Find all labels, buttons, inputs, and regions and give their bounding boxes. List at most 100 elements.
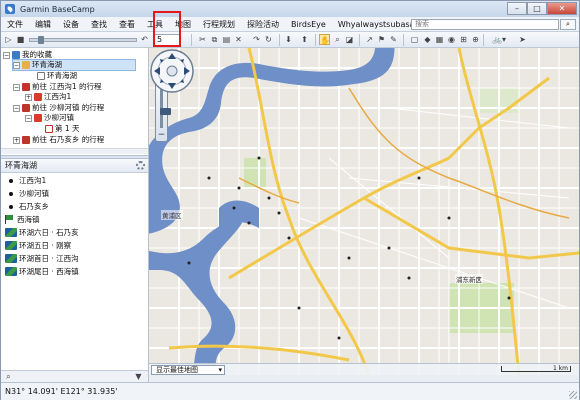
menu-birdseye[interactable]: BirdsEye: [285, 17, 332, 32]
funnel-icon[interactable]: ▼: [134, 372, 143, 381]
toolbar-divider: [483, 34, 484, 46]
route-tool-icon[interactable]: ↗: [364, 34, 375, 45]
menu-view[interactable]: 查看: [113, 17, 141, 32]
menu-adventures[interactable]: 探险活动: [241, 17, 285, 32]
tree-item-route[interactable]: − 前往 沙柳河镇 的行程: [13, 103, 104, 113]
list-item[interactable]: 石乃亥乡: [1, 200, 49, 213]
list-item[interactable]: 江西沟1: [1, 174, 46, 187]
search-input[interactable]: 搜索: [411, 19, 559, 30]
list-item[interactable]: 环湖六日 · 石乃亥: [1, 226, 79, 239]
flag-icon: [34, 93, 42, 101]
grid-icon[interactable]: ⊞: [458, 34, 469, 45]
filter-icon[interactable]: ⌕: [4, 372, 13, 381]
list-panel-header: 环青海湖: [1, 159, 148, 173]
zoom-thumb[interactable]: [160, 108, 171, 115]
play-icon[interactable]: ▷: [3, 34, 14, 45]
receive-from-device-icon[interactable]: ⬇: [283, 34, 294, 45]
tree-item-route[interactable]: − 前往 江西沟1 的行程: [13, 82, 102, 92]
refresh-icon[interactable]: ↻: [263, 34, 274, 45]
tree-item-label: 第 1 天: [55, 124, 80, 133]
pencil-tool-icon[interactable]: ✎: [388, 34, 399, 45]
list-item[interactable]: 西海镇: [1, 213, 40, 226]
tree-item-waypoint[interactable]: − 沙柳河镇: [25, 113, 74, 123]
playback-slider[interactable]: [29, 38, 137, 42]
copy-icon[interactable]: ⧉: [209, 34, 220, 45]
tree-item-list[interactable]: 环青海湖: [37, 71, 77, 81]
collapse-icon[interactable]: −: [13, 104, 20, 112]
tree-item-label: 江西沟1: [44, 92, 72, 101]
track-icon: [5, 228, 17, 237]
minimize-button[interactable]: –: [507, 2, 527, 15]
collapse-icon[interactable]: −: [3, 51, 10, 59]
collapse-icon[interactable]: −: [13, 61, 20, 69]
gear-icon[interactable]: [136, 161, 145, 170]
toolbar-divider: [359, 34, 360, 46]
collapse-icon[interactable]: −: [25, 114, 32, 122]
zoom-tool-icon[interactable]: ⌕: [332, 34, 343, 45]
tree-item-label: 环青海湖: [47, 71, 77, 80]
map-view[interactable]: 黄浦区 浦东新区 + −: [149, 48, 579, 375]
toolbar-divider: [191, 34, 192, 46]
waypoint-dot-icon: [9, 204, 13, 209]
menu-device[interactable]: 设备: [57, 17, 85, 32]
tree-root[interactable]: − 我的收藏: [3, 50, 52, 60]
list-icon: [37, 72, 45, 80]
resize-grip-icon[interactable]: [569, 391, 577, 399]
waypoint-dot-icon: [9, 178, 13, 183]
list-item[interactable]: 环湖首日 · 江西沟: [1, 252, 79, 265]
list-item[interactable]: 环湖尾日 · 西海镇: [1, 265, 79, 278]
tree-item-label: 沙柳河镇: [44, 113, 74, 122]
send-to-device-icon[interactable]: ⬆: [299, 34, 310, 45]
window-title: Garmin BaseCamp: [20, 4, 95, 14]
menu-user[interactable]: Whyalwaystsubasa: [332, 17, 421, 32]
menu-find[interactable]: 查找: [85, 17, 113, 32]
list-item[interactable]: 环湖五日 · 刚察: [1, 239, 71, 252]
route-icon: [22, 136, 30, 144]
cut-icon[interactable]: ✂: [197, 34, 208, 45]
menu-trip-planning[interactable]: 行程规划: [197, 17, 241, 32]
tree-item-waypoint[interactable]: + 江西沟1: [25, 92, 71, 102]
track-icon: [5, 267, 17, 276]
list-item-label: 西海镇: [17, 215, 40, 224]
paste-icon[interactable]: ▤: [221, 34, 232, 45]
layers-icon[interactable]: ◉: [446, 34, 457, 45]
menu-edit[interactable]: 编辑: [29, 17, 57, 32]
list-item[interactable]: 沙柳河镇: [1, 187, 49, 200]
map-footer: 显示最佳地图 1 km: [149, 363, 579, 375]
measure-tool-icon[interactable]: ◪: [344, 34, 355, 45]
search-icon[interactable]: ⌕: [560, 19, 576, 30]
map-product-dropdown[interactable]: 显示最佳地图: [151, 365, 225, 375]
hand-tool-icon[interactable]: ✋: [319, 34, 330, 45]
playback-slider-knob[interactable]: [38, 36, 44, 44]
collapse-icon[interactable]: −: [13, 83, 20, 91]
folder-icon: [22, 61, 30, 69]
zoom-out-icon[interactable]: −: [157, 131, 166, 140]
redo-icon[interactable]: ↷: [251, 34, 262, 45]
pan-control[interactable]: [149, 48, 195, 94]
scale-bar: 1 km: [501, 366, 571, 372]
stop-icon[interactable]: ■: [15, 34, 26, 45]
tree-horizontal-scrollbar[interactable]: [1, 148, 148, 154]
highlight-box: [153, 11, 181, 47]
sidebar-footer: ⌕ ▼: [1, 370, 148, 382]
close-button[interactable]: ✕: [547, 2, 577, 15]
2d-view-icon[interactable]: ▢: [409, 34, 420, 45]
expand-icon[interactable]: +: [25, 93, 32, 101]
undo-icon[interactable]: ↶: [139, 34, 150, 45]
tree-item-folder[interactable]: − 环青海湖: [12, 59, 136, 71]
expand-icon[interactable]: +: [13, 136, 20, 144]
direction-icon[interactable]: ➤: [517, 34, 528, 45]
library-tree: − 我的收藏 − 环青海湖 环青海湖 − 前往 江西沟1 的行程 + 江西沟1 …: [1, 48, 148, 155]
imagery-icon[interactable]: ▦: [434, 34, 445, 45]
tree-item-day[interactable]: 第 1 天: [45, 124, 80, 134]
globe-icon[interactable]: ⊕: [470, 34, 481, 45]
activity-profile-icon[interactable]: 🚲▾: [489, 34, 509, 45]
delete-icon[interactable]: ✕: [233, 34, 244, 45]
3d-view-icon[interactable]: ◆: [422, 34, 433, 45]
tree-item-route[interactable]: + 前往 石乃亥乡 的行程: [13, 135, 104, 145]
flag-tool-icon[interactable]: ⚑: [376, 34, 387, 45]
window-controls: – □ ✕: [507, 2, 577, 15]
toolbar-divider: [315, 34, 316, 46]
menu-file[interactable]: 文件: [1, 17, 29, 32]
maximize-button[interactable]: □: [527, 2, 547, 15]
